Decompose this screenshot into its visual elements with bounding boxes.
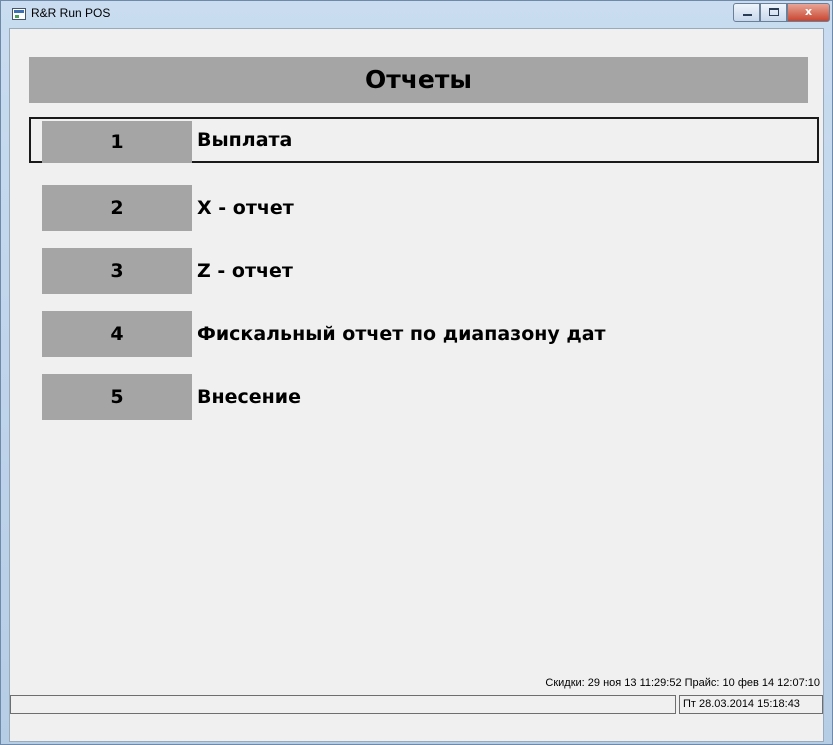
window-title: R&R Run POS <box>31 6 111 20</box>
menu-item-label: Выплата <box>197 129 293 151</box>
close-button[interactable]: x <box>787 3 830 22</box>
status-datetime: Пт 28.03.2014 15:18:43 <box>679 695 823 714</box>
menu-item-label: Z - отчет <box>197 260 293 282</box>
status-bar: Пт 28.03.2014 15:18:43 <box>10 695 823 714</box>
menu-item-number: 4 <box>42 311 192 357</box>
menu-item-label: Внесение <box>197 386 301 408</box>
app-window: R&R Run POS x Отчеты 1 Выплата 2 X - отч… <box>0 0 833 745</box>
maximize-button[interactable] <box>760 3 787 22</box>
menu-item-number: 3 <box>42 248 192 294</box>
menu-item-deposit[interactable]: 5 Внесение <box>30 374 820 420</box>
minimize-icon <box>743 14 752 16</box>
minimize-button[interactable] <box>733 3 760 22</box>
menu-item-label: X - отчет <box>197 197 294 219</box>
menu-item-number: 1 <box>42 121 192 163</box>
menu-item-payout[interactable]: 1 Выплата <box>29 117 819 163</box>
price-discount-info: Скидки: 29 ноя 13 11:29:52 Прайс: 10 фев… <box>545 677 820 689</box>
status-panel <box>10 695 676 714</box>
menu-item-number: 5 <box>42 374 192 420</box>
title-bar[interactable]: R&R Run POS x <box>1 1 832 27</box>
menu-item-label: Фискальный отчет по диапазону дат <box>197 323 606 345</box>
client-area: Отчеты 1 Выплата 2 X - отчет 3 Z - отчет… <box>9 28 824 742</box>
app-icon <box>12 8 26 20</box>
menu-item-x-report[interactable]: 2 X - отчет <box>30 185 820 231</box>
page-title: Отчеты <box>29 57 808 103</box>
menu-item-number: 2 <box>42 185 192 231</box>
close-icon: x <box>804 5 813 18</box>
menu-item-fiscal-report[interactable]: 4 Фискальный отчет по диапазону дат <box>30 311 820 357</box>
window-controls: x <box>733 3 830 22</box>
maximize-icon <box>769 8 779 16</box>
menu-item-z-report[interactable]: 3 Z - отчет <box>30 248 820 294</box>
